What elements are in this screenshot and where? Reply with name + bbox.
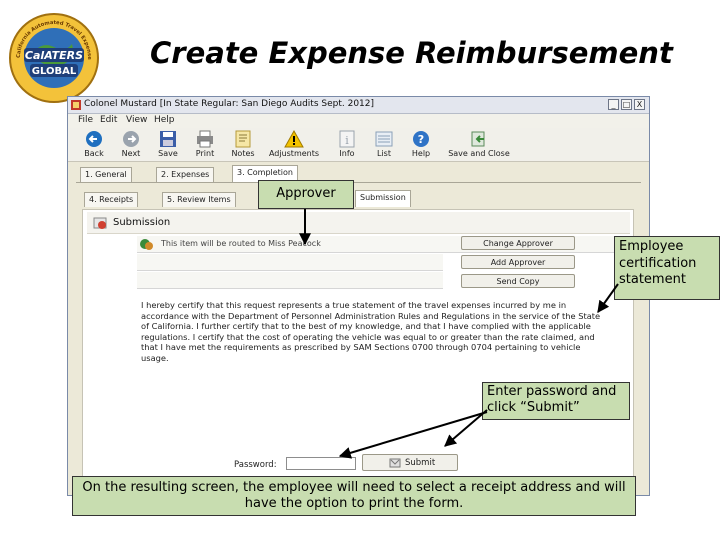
window-titlebar: Colonel Mustard [In State Regular: San D…: [68, 97, 649, 114]
menu-edit[interactable]: Edit: [100, 115, 117, 125]
callout-enter-password: Enter password and click “Submit”: [482, 382, 630, 420]
svg-text:i: i: [345, 134, 349, 147]
menu-help[interactable]: Help: [154, 115, 175, 125]
menu-file[interactable]: File: [78, 115, 93, 125]
password-label: Password:: [234, 460, 277, 470]
adjustments-button[interactable]: Adjustments: [266, 129, 322, 161]
menu-view[interactable]: View: [126, 115, 147, 125]
routing-notice: This item will be routed to Miss Peacock: [161, 239, 321, 248]
logo-center-text: CalATERS: [25, 49, 83, 62]
submit-button[interactable]: Submit: [362, 454, 458, 471]
back-arrow-icon: [86, 131, 102, 147]
tab-review-items[interactable]: 5. Review Items: [162, 192, 236, 207]
add-approver-button[interactable]: Add Approver: [461, 255, 575, 269]
app-window: Colonel Mustard [In State Regular: San D…: [67, 96, 650, 496]
close-button[interactable]: X: [634, 99, 645, 110]
certification-statement: I hereby certify that this request repre…: [141, 300, 601, 364]
window-title: Colonel Mustard [In State Regular: San D…: [84, 99, 375, 109]
tab-expenses[interactable]: 2. Expenses: [156, 167, 215, 182]
warning-icon: [284, 130, 304, 148]
help-label: Help: [411, 149, 431, 158]
app-icon: [71, 100, 81, 110]
printer-icon: [197, 130, 213, 148]
save-and-close-button[interactable]: Save and Close: [442, 129, 516, 161]
callout-bottom-note: On the resulting screen, the employee wi…: [72, 476, 636, 516]
change-approver-button[interactable]: Change Approver: [461, 236, 575, 250]
tab-general[interactable]: 1. General: [80, 167, 132, 182]
submission-header-text: Submission: [113, 217, 171, 228]
menu-bar: File Edit View Help: [68, 114, 649, 128]
slide-title: Create Expense Reimbursement: [150, 36, 673, 70]
calaters-global-logo: CalATERS GLOBAL California Automated Tra…: [8, 12, 99, 103]
submission-header: Submission: [87, 212, 630, 234]
tab-submission-label: Submission: [360, 193, 406, 202]
tab-completion-label: 3. Completion: [237, 168, 293, 177]
notes-button[interactable]: Notes: [221, 129, 265, 161]
tab-receipts[interactable]: 4. Receipts: [84, 192, 139, 207]
notes-icon: [235, 130, 251, 148]
adjustments-label: Adjustments: [268, 149, 320, 158]
maximize-button[interactable]: □: [621, 99, 632, 110]
save-and-close-label: Save and Close: [448, 149, 510, 158]
approver-row-3: [137, 272, 443, 289]
notes-label: Notes: [231, 149, 255, 158]
list-icon: [375, 131, 393, 147]
tab-submission[interactable]: Submission: [355, 190, 411, 207]
callout-employee-certification: Employee certification statement: [614, 236, 720, 300]
help-icon: ?: [413, 131, 429, 147]
next-arrow-icon: [123, 131, 139, 147]
callout-approver: Approver: [258, 180, 354, 209]
minimize-button[interactable]: _: [608, 99, 619, 110]
password-input[interactable]: [286, 457, 356, 470]
tab-general-label: 1. General: [85, 170, 127, 179]
submission-panel: Submission This item will be routed to M…: [82, 209, 634, 494]
submit-icon: [389, 458, 401, 468]
tab-expenses-label: 2. Expenses: [161, 170, 210, 179]
svg-text:?: ?: [418, 133, 424, 146]
approver-row-2: [137, 254, 443, 271]
toolbar: Back Next Save Print Notes Adjustments i…: [68, 128, 649, 162]
info-icon: i: [339, 130, 355, 148]
certification-text: I hereby certify that this request repre…: [141, 300, 601, 363]
tab-divider: [76, 182, 641, 183]
tab-receipts-label: 4. Receipts: [89, 195, 134, 204]
submit-label: Submit: [405, 458, 436, 468]
submission-icon: [93, 217, 107, 229]
floppy-disk-icon: [160, 131, 176, 147]
route-icon: [140, 239, 153, 250]
help-button[interactable]: ? Help: [399, 129, 443, 161]
save-close-icon: [471, 131, 485, 147]
tab-review-items-label: 5. Review Items: [167, 195, 231, 204]
send-copy-button[interactable]: Send Copy: [461, 274, 575, 288]
logo-lower-text: GLOBAL: [32, 66, 77, 77]
